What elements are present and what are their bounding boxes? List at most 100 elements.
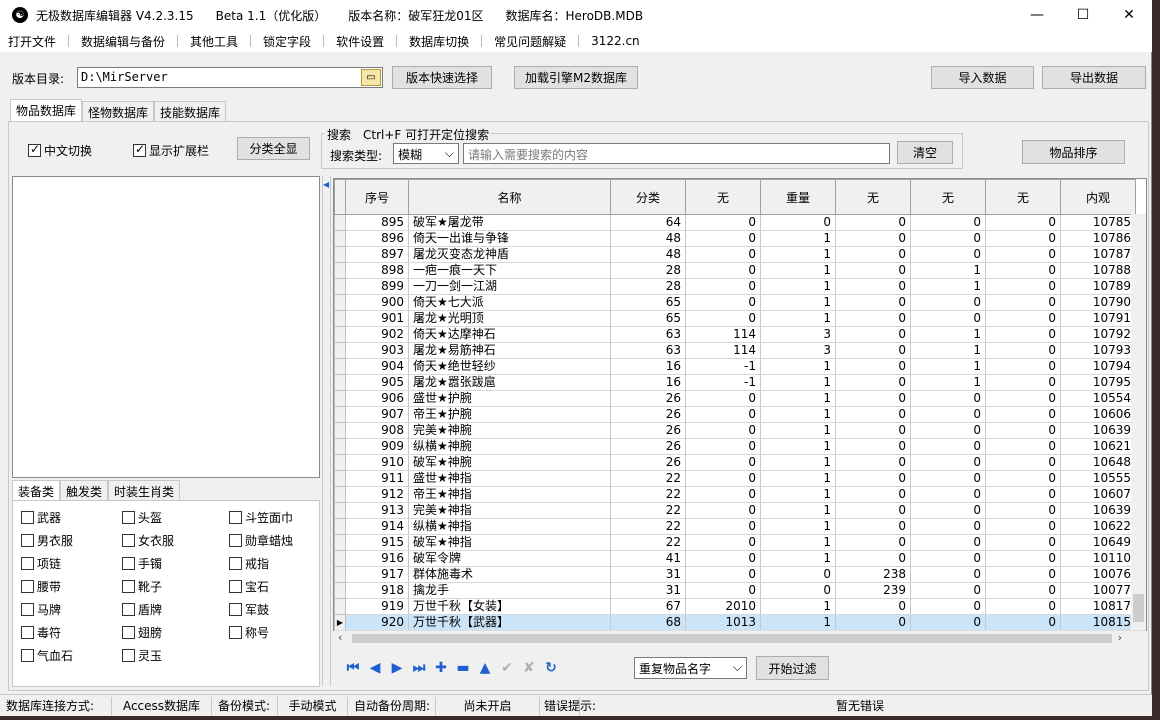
export-button[interactable]: 导出数据 [1042,66,1146,89]
row-indicator[interactable] [334,230,346,247]
category-title[interactable]: 称号 [229,624,269,641]
cell-name[interactable]: 屠龙★嚣张跋扈 [408,374,611,391]
cell-none-1[interactable]: -1 [685,374,761,391]
load-m2-button[interactable]: 加载引擎M2数据库 [514,66,638,89]
table-row[interactable]: 895 破军★屠龙带 64 0 0 0 0 0 10785 [334,214,1136,231]
search-input[interactable]: 请输入需要搜索的内容 [463,143,890,164]
cell-appearance[interactable]: 10793 [1060,342,1136,359]
cell-category[interactable]: 48 [610,230,686,247]
cell-none-4[interactable]: 0 [985,502,1061,519]
category-shield[interactable]: 盾牌 [122,601,162,618]
cell-id[interactable]: 896 [345,230,409,247]
cell-name[interactable]: 盛世★神指 [408,470,611,487]
cell-weight[interactable]: 1 [760,294,836,311]
row-indicator[interactable] [334,470,346,487]
cell-id[interactable]: 916 [345,550,409,567]
cell-category[interactable]: 31 [610,582,686,599]
cell-none-3[interactable]: 0 [910,310,986,327]
cell-weight[interactable]: 1 [760,454,836,471]
table-row[interactable]: 914 纵横★神指 22 0 1 0 0 0 10622 [334,518,1136,535]
table-row[interactable]: 902 倚天★达摩神石 63 114 3 0 1 0 10792 [334,326,1136,343]
minimize-button[interactable]: — [1014,0,1060,30]
header-none-3[interactable]: 无 [910,179,986,215]
cell-none-1[interactable]: 114 [685,342,761,359]
cell-none-1[interactable]: 0 [685,518,761,535]
cell-weight[interactable]: 1 [760,486,836,503]
cancel-record-icon[interactable]: ✘ [518,657,540,679]
cell-none-4[interactable]: 0 [985,374,1061,391]
row-indicator[interactable] [334,598,346,615]
row-indicator[interactable] [334,406,346,423]
category-blood-stone[interactable]: 气血石 [21,647,73,664]
row-indicator[interactable] [334,246,346,263]
cell-none-3[interactable]: 1 [910,342,986,359]
cell-appearance[interactable]: 10790 [1060,294,1136,311]
cell-none-4[interactable]: 0 [985,598,1061,615]
grid-horizontal-scrollbar[interactable]: ‹ › [334,630,1146,645]
cell-none-1[interactable]: 0 [685,230,761,247]
cell-weight[interactable]: 1 [760,374,836,391]
tab-trigger[interactable]: 触发类 [60,480,109,500]
header-none-1[interactable]: 无 [685,179,761,215]
cell-name[interactable]: 倚天一出谁与争锋 [408,230,611,247]
cell-none-1[interactable]: 0 [685,390,761,407]
cell-id[interactable]: 911 [345,470,409,487]
row-indicator[interactable] [334,566,346,583]
splitter[interactable]: ◀ [322,176,331,686]
cell-appearance[interactable]: 10795 [1060,374,1136,391]
cell-name[interactable]: 倚天★七大派 [408,294,611,311]
tab-items[interactable]: 物品数据库 [10,99,83,121]
cell-none-4[interactable]: 0 [985,262,1061,279]
cell-appearance[interactable]: 10789 [1060,278,1136,295]
cell-appearance[interactable]: 10787 [1060,246,1136,263]
cell-weight[interactable]: 1 [760,422,836,439]
category-helmet[interactable]: 头盔 [122,509,162,526]
header-name[interactable]: 名称 [408,179,611,215]
menu-db-switch[interactable]: 数据库切换 [401,30,477,52]
cell-id[interactable]: 898 [345,262,409,279]
cell-none-3[interactable]: 1 [910,262,986,279]
cell-appearance[interactable]: 10785 [1060,214,1136,231]
menu-site[interactable]: 3122.cn [583,30,648,52]
cell-none-2[interactable]: 0 [835,262,911,279]
cell-none-1[interactable]: 1013 [685,614,761,630]
row-indicator[interactable] [334,550,346,567]
category-belt[interactable]: 腰带 [21,578,61,595]
cell-category[interactable]: 26 [610,390,686,407]
header-category[interactable]: 分类 [610,179,686,215]
menu-settings[interactable]: 软件设置 [328,30,392,52]
row-indicator[interactable] [334,358,346,375]
category-boots[interactable]: 靴子 [122,578,162,595]
search-type-select[interactable]: 模糊 ⌵ [393,143,459,164]
cell-none-3[interactable]: 0 [910,390,986,407]
folder-icon[interactable]: ▭ [361,69,381,86]
cell-none-3[interactable]: 0 [910,406,986,423]
table-row[interactable]: 915 破军★神指 22 0 1 0 0 0 10649 [334,534,1136,551]
table-row[interactable]: 918 擒龙手 31 0 0 239 0 0 10077 [334,582,1136,599]
cell-none-2[interactable]: 0 [835,358,911,375]
cell-id[interactable]: 904 [345,358,409,375]
cell-category[interactable]: 26 [610,406,686,423]
cell-appearance[interactable]: 10792 [1060,326,1136,343]
cell-none-3[interactable]: 1 [910,278,986,295]
cell-none-1[interactable]: 0 [685,246,761,263]
category-ring[interactable]: 戒指 [229,555,269,572]
category-female-armor[interactable]: 女衣服 [122,532,174,549]
header-appearance[interactable]: 内观 [1060,179,1136,215]
category-wings[interactable]: 翅膀 [122,624,162,641]
table-row[interactable]: 906 盛世★护腕 26 0 1 0 0 0 10554 [334,390,1136,407]
cell-none-1[interactable]: 0 [685,262,761,279]
cell-id[interactable]: 899 [345,278,409,295]
table-row[interactable]: 912 帝王★神指 22 0 1 0 0 0 10607 [334,486,1136,503]
table-row[interactable]: 910 破军★神腕 26 0 1 0 0 0 10648 [334,454,1136,471]
delete-record-icon[interactable]: ▬ [452,657,474,679]
cell-weight[interactable]: 1 [760,550,836,567]
cell-category[interactable]: 22 [610,518,686,535]
cell-none-4[interactable]: 0 [985,582,1061,599]
maximize-button[interactable]: ☐ [1060,0,1106,30]
table-row[interactable]: 905 屠龙★嚣张跋扈 16 -1 1 0 1 0 10795 [334,374,1136,391]
row-indicator[interactable] [334,422,346,439]
table-row[interactable]: 900 倚天★七大派 65 0 1 0 0 0 10790 [334,294,1136,311]
cell-weight[interactable]: 1 [760,614,836,630]
cell-id[interactable]: 918 [345,582,409,599]
